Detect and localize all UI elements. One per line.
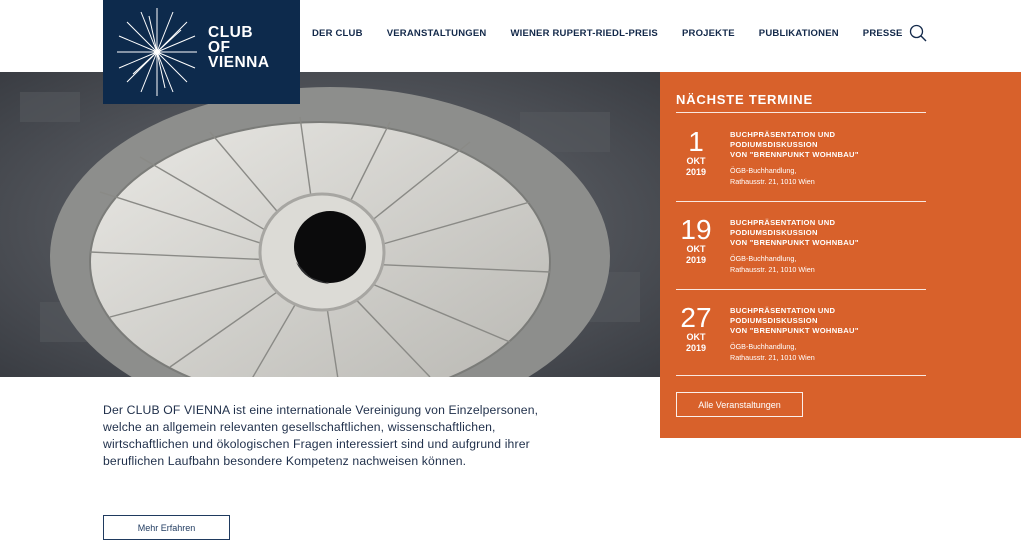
event-title-line: VON "BRENNPUNKT WOHNBAU" — [730, 326, 859, 335]
event-location-line: Rathausstr. 21, 1010 Wien — [730, 353, 815, 362]
main-nav: DER CLUB VERANSTALTUNGEN WIENER RUPERT-R… — [312, 0, 927, 66]
event-title[interactable]: BUCHPRÄSENTATION UND PODIUMSDISKUSSION V… — [730, 306, 926, 336]
logo-line-of: OF — [208, 39, 231, 56]
nav-item-projekte[interactable]: PROJEKTE — [682, 28, 735, 39]
event-month: OKT — [686, 244, 706, 254]
intro-text: Der CLUB OF VIENNA ist eine internationa… — [103, 403, 539, 468]
event-date: 19 OKT 2019 — [676, 216, 716, 266]
nav-item-presse[interactable]: PRESSE — [863, 28, 903, 39]
site-logo[interactable]: CLUB OF VIENNA — [103, 0, 300, 104]
nav-item-der-club[interactable]: DER CLUB — [312, 28, 363, 39]
event-location: ÖGB-Buchhandlung, Rathausstr. 21, 1010 W… — [730, 165, 926, 187]
logo-line-club: CLUB — [208, 24, 254, 41]
events-heading: NÄCHSTE TERMINE — [676, 92, 813, 107]
event-title-line: PODIUMSDISKUSSION — [730, 228, 818, 237]
event-info: BUCHPRÄSENTATION UND PODIUMSDISKUSSION V… — [730, 306, 926, 363]
event-month: OKT — [686, 156, 706, 166]
event-title-line: PODIUMSDISKUSSION — [730, 140, 818, 149]
event-title-line: VON "BRENNPUNKT WOHNBAU" — [730, 150, 859, 159]
more-info-button[interactable]: Mehr Erfahren — [103, 515, 230, 540]
event-year: 2019 — [685, 255, 707, 265]
upcoming-events-panel: NÄCHSTE TERMINE 1 OKT 2019 BUCHPRÄSENTAT… — [660, 72, 1021, 438]
spiral-staircase-image — [0, 72, 660, 377]
event-item[interactable]: 1 OKT 2019 BUCHPRÄSENTATION UND PODIUMSD… — [676, 128, 926, 204]
event-info: BUCHPRÄSENTATION UND PODIUMSDISKUSSION V… — [730, 130, 926, 187]
event-location-line: ÖGB-Buchhandlung, — [730, 166, 797, 175]
logo-line-vienna: VIENNA — [208, 54, 270, 71]
divider — [676, 375, 926, 376]
event-day: 27 — [680, 302, 712, 333]
event-title-line: BUCHPRÄSENTATION UND — [730, 306, 836, 315]
event-month: OKT — [686, 332, 706, 342]
nav-item-rupert-riedl-preis[interactable]: WIENER RUPERT-RIEDL-PREIS — [510, 28, 658, 39]
event-location-line: ÖGB-Buchhandlung, — [730, 254, 797, 263]
event-info: BUCHPRÄSENTATION UND PODIUMSDISKUSSION V… — [730, 218, 926, 275]
event-year: 2019 — [685, 343, 707, 353]
search-icon[interactable] — [909, 24, 927, 42]
event-location: ÖGB-Buchhandlung, Rathausstr. 21, 1010 W… — [730, 341, 926, 363]
event-title-line: BUCHPRÄSENTATION UND — [730, 130, 836, 139]
event-day: 19 — [680, 214, 712, 245]
event-title-line: VON "BRENNPUNKT WOHNBAU" — [730, 238, 859, 247]
logo-wordmark: CLUB OF VIENNA — [208, 24, 270, 71]
divider — [676, 112, 926, 113]
event-item[interactable]: 27 OKT 2019 BUCHPRÄSENTATION UND PODIUMS… — [676, 304, 926, 380]
event-location-line: Rathausstr. 21, 1010 Wien — [730, 177, 815, 186]
nav-item-publikationen[interactable]: PUBLIKATIONEN — [759, 28, 839, 39]
event-title-line: BUCHPRÄSENTATION UND — [730, 218, 836, 227]
event-location-line: ÖGB-Buchhandlung, — [730, 342, 797, 351]
event-date: 27 OKT 2019 — [676, 304, 716, 354]
divider — [676, 201, 926, 202]
event-title[interactable]: BUCHPRÄSENTATION UND PODIUMSDISKUSSION V… — [730, 218, 926, 248]
nav-item-veranstaltungen[interactable]: VERANSTALTUNGEN — [387, 28, 487, 39]
event-title-line: PODIUMSDISKUSSION — [730, 316, 818, 325]
divider — [676, 289, 926, 290]
event-date: 1 OKT 2019 — [676, 128, 716, 178]
starburst-logo-icon — [117, 8, 197, 96]
event-location-line: Rathausstr. 21, 1010 Wien — [730, 265, 815, 274]
event-location: ÖGB-Buchhandlung, Rathausstr. 21, 1010 W… — [730, 253, 926, 275]
event-day: 1 — [688, 126, 704, 157]
all-events-button[interactable]: Alle Veranstaltungen — [676, 392, 803, 417]
event-item[interactable]: 19 OKT 2019 BUCHPRÄSENTATION UND PODIUMS… — [676, 216, 926, 292]
hero-image — [0, 72, 660, 377]
event-year: 2019 — [685, 167, 707, 177]
event-title[interactable]: BUCHPRÄSENTATION UND PODIUMSDISKUSSION V… — [730, 130, 926, 160]
